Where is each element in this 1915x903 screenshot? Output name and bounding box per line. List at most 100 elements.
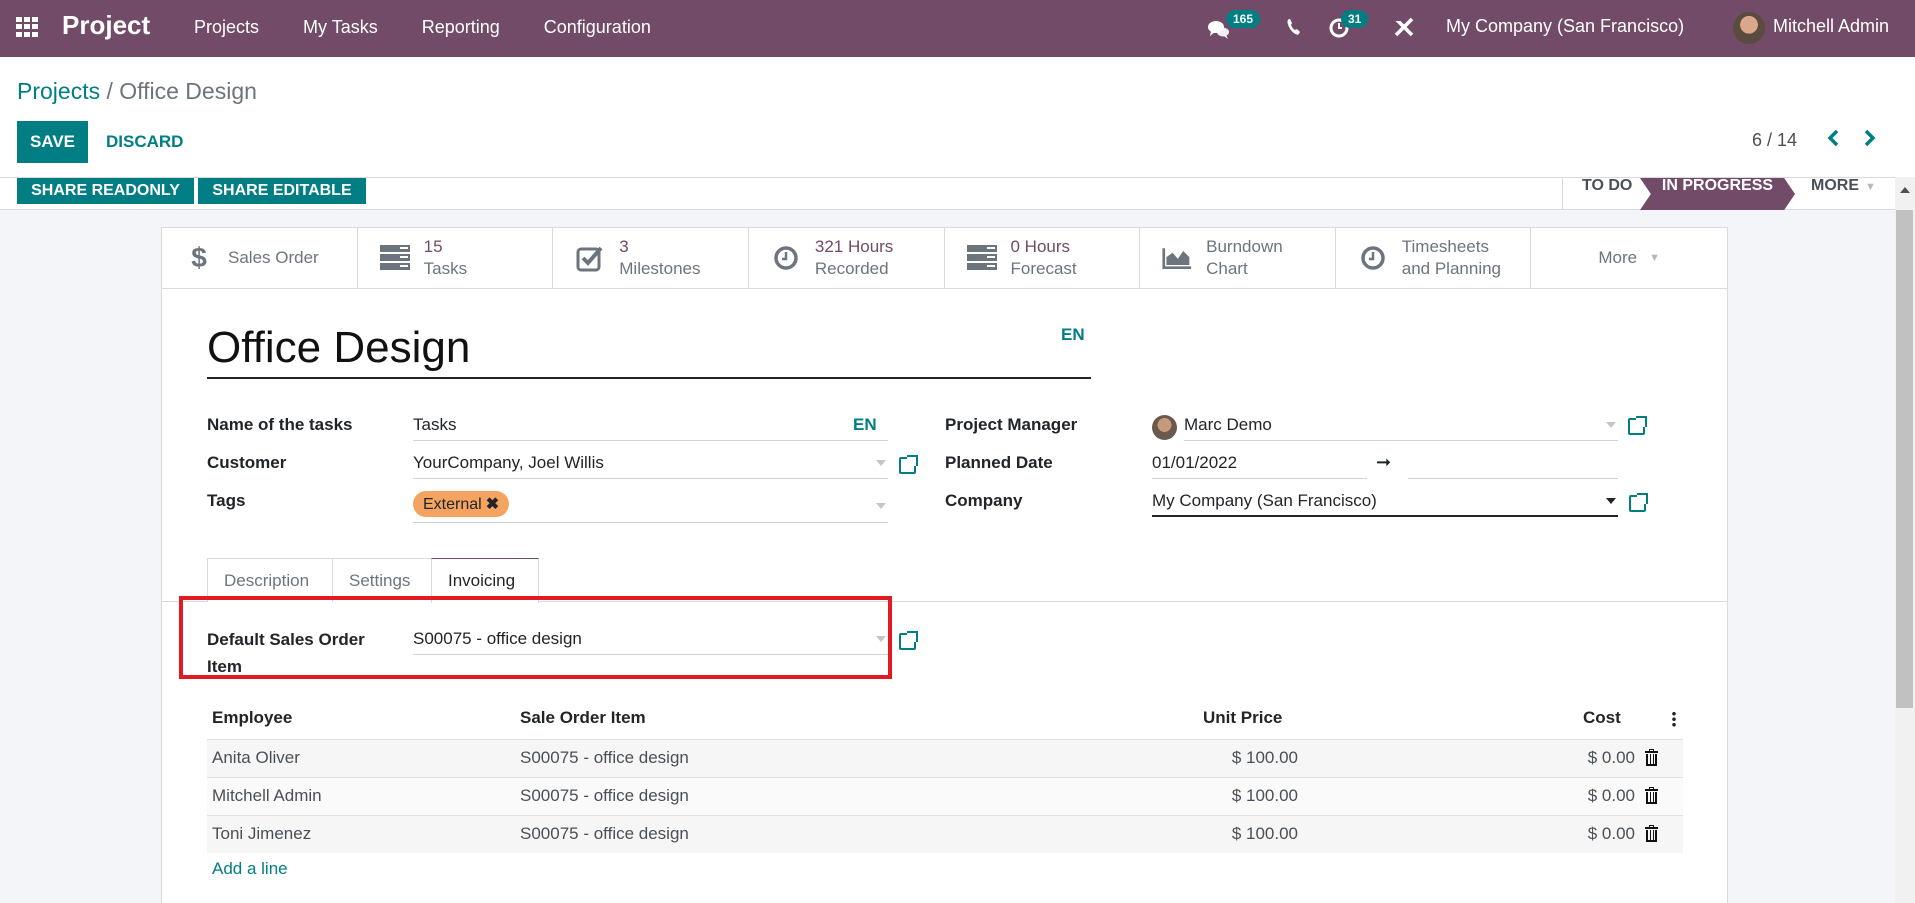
form-sheet: $ Sales Order 15 Tasks 3 Milestones 321 Ho…: [161, 227, 1728, 903]
cell-unit-price: $ 100.00: [1231, 748, 1298, 767]
vertical-scrollbar[interactable]: [1895, 177, 1915, 903]
tag-badge: External ✖: [413, 491, 510, 517]
cell-employee: Mitchell Admin: [212, 786, 322, 805]
stage-todo[interactable]: TO DO: [1582, 178, 1632, 210]
status-bar: SHARE READONLY SHARE EDITABLE TO DO IN P…: [0, 177, 1895, 210]
tasks-icon: [379, 244, 410, 272]
cell-so-item: S00075 - office design: [520, 786, 689, 805]
remove-tag-icon[interactable]: ✖: [486, 496, 499, 513]
pager-previous-button[interactable]: [1826, 128, 1840, 154]
caret-down-icon[interactable]: [1606, 422, 1616, 428]
column-header-cost[interactable]: Cost: [1583, 708, 1621, 728]
tasks-button[interactable]: 15 Tasks: [358, 228, 554, 288]
customer-input[interactable]: YourCompany, Joel Willis: [413, 449, 888, 479]
trash-icon[interactable]: [1645, 825, 1658, 842]
table-row[interactable]: Anita Oliver S00075 - office design $ 10…: [207, 739, 1683, 777]
hours-forecast-button[interactable]: 0 Hours Forecast: [945, 228, 1141, 288]
stat-label: Chart: [1206, 259, 1248, 278]
name-of-tasks-translate-button[interactable]: EN: [853, 415, 877, 435]
column-header-sale-order-item[interactable]: Sale Order Item: [520, 708, 646, 728]
title-translate-button[interactable]: EN: [1061, 325, 1085, 345]
stat-label: Forecast: [1010, 259, 1077, 278]
column-header-unit-price[interactable]: Unit Price: [1203, 708, 1282, 728]
stage-in-progress[interactable]: IN PROGRESS: [1640, 178, 1795, 210]
tools-icon: [1394, 17, 1414, 37]
menu-reporting[interactable]: Reporting: [422, 17, 500, 38]
breadcrumb-current: Office Design: [119, 78, 257, 104]
tags-label: Tags: [207, 491, 246, 510]
clock-icon: [1358, 244, 1388, 272]
checkbox-icon: [575, 244, 605, 272]
caret-down-icon: ▼: [1649, 252, 1660, 264]
cell-so-item: S00075 - office design: [520, 748, 689, 767]
caret-down-icon[interactable]: [876, 503, 886, 509]
hours-recorded-button[interactable]: 321 Hours Recorded: [749, 228, 945, 288]
stat-label: Burndown: [1206, 237, 1283, 256]
company-switcher[interactable]: My Company (San Francisco): [1446, 16, 1684, 37]
menu-my-tasks[interactable]: My Tasks: [303, 17, 378, 38]
area-chart-icon: [1162, 244, 1192, 272]
table-row[interactable]: Mitchell Admin S00075 - office design $ …: [207, 777, 1683, 815]
project-name-input[interactable]: Office Design: [207, 323, 470, 373]
external-link-icon[interactable]: [899, 455, 918, 474]
cell-cost: $ 0.00: [1587, 824, 1635, 843]
caret-down-icon[interactable]: [1606, 498, 1616, 504]
planned-date-end-input[interactable]: [1408, 449, 1618, 479]
stage-more-label: MORE: [1811, 177, 1859, 194]
burndown-chart-button[interactable]: Burndown Chart: [1140, 228, 1336, 288]
scroll-up-arrow-icon[interactable]: [1900, 187, 1910, 193]
user-menu[interactable]: Mitchell Admin: [1773, 16, 1889, 37]
menu-projects[interactable]: Projects: [194, 17, 259, 38]
stage-more-dropdown[interactable]: MORE ▼: [1811, 178, 1876, 210]
discard-button[interactable]: DISCARD: [98, 121, 191, 163]
pager-next-button[interactable]: [1863, 128, 1877, 154]
planned-date-start-input[interactable]: 01/01/2022: [1152, 449, 1367, 479]
customer-label: Customer: [207, 453, 287, 472]
share-editable-button[interactable]: SHARE EDITABLE: [198, 178, 366, 204]
menu-configuration[interactable]: Configuration: [544, 17, 651, 38]
project-manager-label: Project Manager: [945, 415, 1078, 434]
project-manager-input[interactable]: Marc Demo: [1184, 411, 1618, 441]
name-of-tasks-input[interactable]: Tasks: [413, 411, 888, 441]
save-button[interactable]: SAVE: [17, 121, 88, 163]
external-link-icon[interactable]: [1628, 416, 1647, 435]
title-underline: [207, 377, 1091, 379]
breadcrumb: Projects / Office Design: [17, 78, 257, 105]
external-link-icon[interactable]: [1629, 493, 1648, 512]
debug-tools-button[interactable]: [1393, 16, 1415, 38]
stat-label: Sales Order: [228, 248, 319, 267]
milestones-button[interactable]: 3 Milestones: [553, 228, 749, 288]
sales-order-button[interactable]: $ Sales Order: [162, 228, 358, 288]
stat-label: and Planning: [1401, 259, 1502, 278]
tasks-icon: [966, 244, 997, 272]
timesheets-planning-button[interactable]: Timesheets and Planning: [1336, 228, 1532, 288]
more-dropdown-button[interactable]: More ▼: [1531, 228, 1727, 288]
caret-down-icon[interactable]: [876, 460, 886, 466]
project-manager-value: Marc Demo: [1184, 415, 1272, 434]
caret-down-icon: ▼: [1865, 181, 1876, 193]
trash-icon[interactable]: [1645, 749, 1658, 766]
company-input[interactable]: My Company (San Francisco): [1152, 487, 1618, 517]
app-name[interactable]: Project: [62, 10, 150, 41]
scrollbar-thumb[interactable]: [1896, 210, 1913, 708]
column-header-employee[interactable]: Employee: [212, 708, 292, 728]
name-of-tasks-label: Name of the tasks: [207, 415, 353, 434]
external-link-icon[interactable]: [899, 631, 918, 650]
stat-value: 0 Hours: [1010, 237, 1071, 256]
company-label: Company: [945, 491, 1023, 510]
share-readonly-button[interactable]: SHARE READONLY: [17, 178, 194, 204]
user-avatar[interactable]: [1733, 12, 1765, 44]
cell-employee: Toni Jimenez: [212, 824, 312, 843]
phone-icon: [1287, 19, 1300, 35]
apps-grid-icon[interactable]: [16, 17, 38, 37]
optional-columns-kebab-icon[interactable]: [1672, 711, 1676, 727]
arrow-right-icon: ➞: [1376, 452, 1392, 472]
stat-value: 321 Hours: [814, 237, 894, 256]
phone-button[interactable]: [1284, 17, 1304, 37]
table-row[interactable]: Toni Jimenez S00075 - office design $ 10…: [207, 815, 1683, 853]
trash-icon[interactable]: [1645, 787, 1658, 804]
top-navbar: Project Projects My Tasks Reporting Conf…: [0, 0, 1915, 57]
tag-label: External: [423, 496, 482, 513]
add-a-line-link[interactable]: Add a line: [212, 859, 288, 879]
breadcrumb-projects[interactable]: Projects: [17, 78, 100, 104]
